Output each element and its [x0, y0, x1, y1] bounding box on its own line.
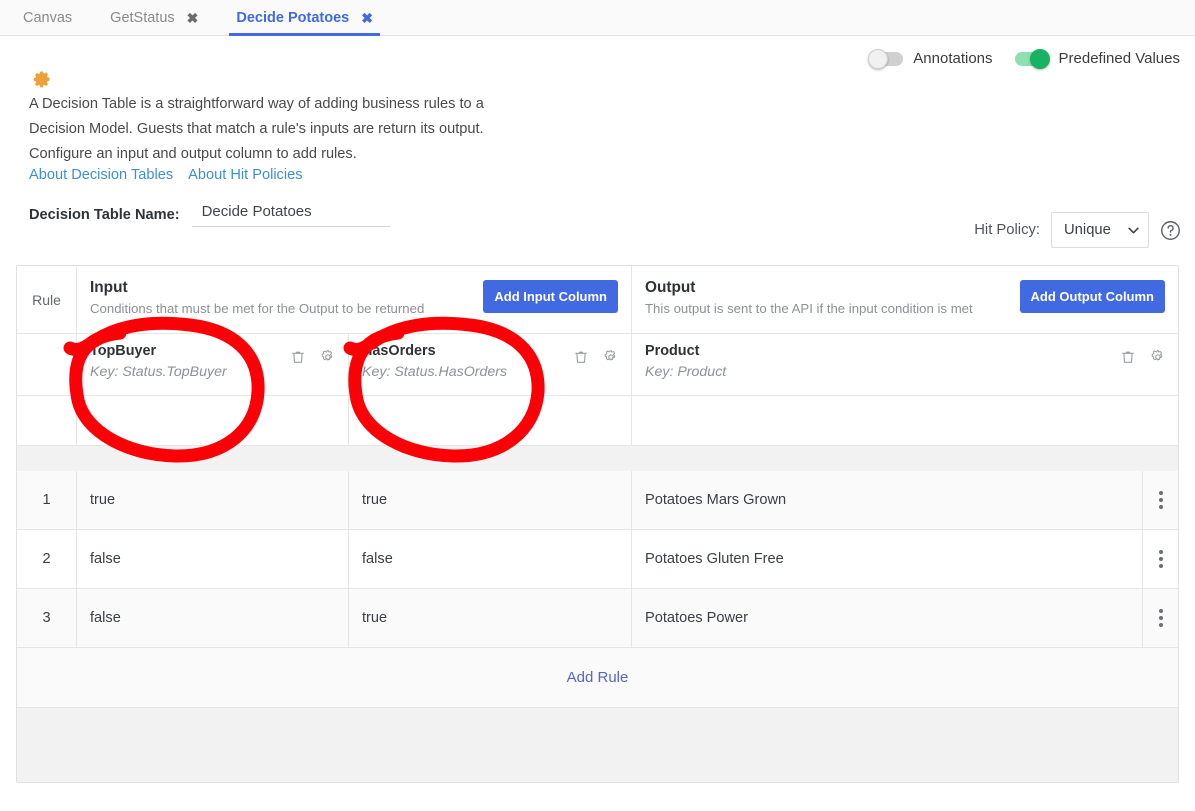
empty-cell	[77, 396, 349, 445]
chevron-down-icon	[1128, 227, 1139, 234]
table-row[interactable]: 2 false false Potatoes Gluten Free	[17, 530, 1178, 589]
empty-cell	[349, 396, 632, 445]
column-key: Key: Product	[645, 364, 1178, 380]
gear-icon[interactable]	[319, 348, 337, 366]
predefined-values-toggle-group[interactable]: Predefined Values	[1015, 50, 1180, 67]
column-def-topbuyer[interactable]: TopBuyer Key: Status.TopBuyer	[77, 334, 349, 395]
toggle-bar: Annotations Predefined Values	[869, 50, 1180, 67]
rule-column-header: Rule	[17, 266, 77, 333]
column-key: Key: Status.HasOrders	[362, 364, 631, 380]
decision-table-page: Canvas GetStatus ✖ Decide Potatoes ✖ Ann…	[0, 0, 1195, 811]
close-icon[interactable]: ✖	[361, 11, 373, 25]
column-def-product[interactable]: Product Key: Product	[632, 334, 1178, 395]
gear-icon	[32, 69, 52, 89]
tab-bar: Canvas GetStatus ✖ Decide Potatoes ✖	[0, 0, 1195, 36]
rule-number: 2	[17, 530, 77, 588]
trash-icon[interactable]	[289, 348, 307, 366]
intro-description: A Decision Table is a straightforward wa…	[29, 92, 509, 166]
hit-policy-row: Hit Policy: Unique	[974, 212, 1181, 248]
rule-number: 3	[17, 589, 77, 647]
cell-hasorders[interactable]: true	[349, 589, 632, 647]
question-circle-icon[interactable]	[1160, 220, 1181, 241]
tab-label: Decide Potatoes	[236, 10, 349, 26]
annotations-toggle-label: Annotations	[913, 50, 992, 67]
hit-policy-label: Hit Policy:	[974, 222, 1040, 238]
table-empty-definition-row	[17, 396, 1178, 446]
link-about-decision-tables[interactable]: About Decision Tables	[29, 167, 173, 183]
column-def-hasorders[interactable]: HasOrders Key: Status.HasOrders	[349, 334, 632, 395]
table-spacer	[17, 446, 1178, 471]
cell-product[interactable]: Potatoes Gluten Free	[632, 530, 1143, 588]
cell-hasorders[interactable]: true	[349, 471, 632, 529]
more-vertical-icon[interactable]	[1143, 589, 1178, 647]
table-row[interactable]: 3 false true Potatoes Power	[17, 589, 1178, 648]
column-actions	[289, 348, 337, 366]
empty-cell	[17, 396, 77, 445]
annotations-toggle-group[interactable]: Annotations	[869, 50, 992, 67]
decision-table-name-label: Decision Table Name:	[29, 207, 180, 227]
table-section-header-row: Rule Input Conditions that must be met f…	[17, 266, 1178, 334]
link-about-hit-policies[interactable]: About Hit Policies	[188, 167, 302, 183]
tab-canvas[interactable]: Canvas	[4, 0, 91, 36]
add-output-column-button[interactable]: Add Output Column	[1020, 280, 1165, 313]
hit-policy-select[interactable]: Unique	[1051, 212, 1149, 248]
more-vertical-icon[interactable]	[1143, 471, 1178, 529]
decision-table-card: Rule Input Conditions that must be met f…	[16, 265, 1179, 783]
column-key: Key: Status.TopBuyer	[90, 364, 348, 380]
table-column-definition-row: TopBuyer Key: Status.TopBuyer HasOrders …	[17, 334, 1178, 396]
cell-topbuyer[interactable]: true	[77, 471, 349, 529]
cell-topbuyer[interactable]: false	[77, 530, 349, 588]
close-icon[interactable]: ✖	[187, 11, 199, 25]
column-actions	[572, 348, 620, 366]
empty-cell	[632, 396, 1178, 445]
toggle-on-icon[interactable]	[1015, 52, 1049, 66]
cell-product[interactable]: Potatoes Mars Grown	[632, 471, 1143, 529]
decision-table-name-row: Decision Table Name:	[29, 203, 390, 227]
tab-label: GetStatus	[110, 10, 174, 26]
add-rule-row[interactable]: Add Rule	[17, 648, 1178, 708]
gear-icon[interactable]	[1149, 348, 1167, 366]
cell-topbuyer[interactable]: false	[77, 589, 349, 647]
gear-icon[interactable]	[602, 348, 620, 366]
tab-label: Canvas	[23, 10, 72, 26]
tab-getstatus[interactable]: GetStatus ✖	[91, 0, 217, 36]
add-input-column-button[interactable]: Add Input Column	[483, 280, 618, 313]
trash-icon[interactable]	[572, 348, 590, 366]
column-actions	[1119, 348, 1167, 366]
predefined-values-toggle-label: Predefined Values	[1059, 50, 1180, 67]
hit-policy-value: Unique	[1064, 222, 1111, 238]
decision-table-name-input[interactable]	[192, 203, 390, 227]
toggle-off-icon[interactable]	[869, 52, 903, 66]
cell-hasorders[interactable]: false	[349, 530, 632, 588]
table-row[interactable]: 1 true true Potatoes Mars Grown	[17, 471, 1178, 530]
add-rule-link[interactable]: Add Rule	[567, 669, 629, 686]
rule-number: 1	[17, 471, 77, 529]
input-section-header: Input Conditions that must be met for th…	[77, 266, 632, 333]
more-vertical-icon[interactable]	[1143, 530, 1178, 588]
trash-icon[interactable]	[1119, 348, 1137, 366]
tab-decide-potatoes[interactable]: Decide Potatoes ✖	[217, 0, 392, 36]
intro-links: About Decision Tables About Hit Policies	[29, 167, 303, 183]
cell-product[interactable]: Potatoes Power	[632, 589, 1143, 647]
output-section-header: Output This output is sent to the API if…	[632, 266, 1178, 333]
column-name: Product	[645, 343, 1178, 359]
rule-column-spacer	[17, 334, 77, 395]
